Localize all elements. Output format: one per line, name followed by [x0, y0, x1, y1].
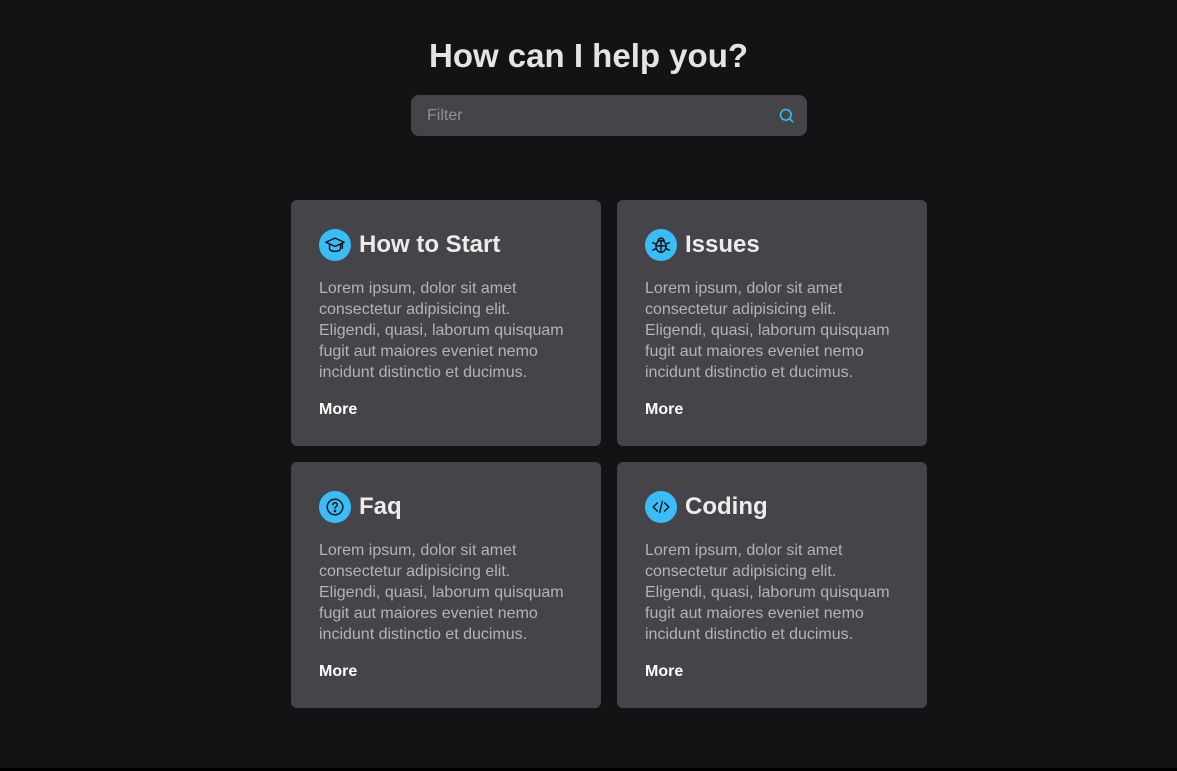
card-header: Coding — [645, 490, 899, 524]
page-title: How can I help you? — [428, 37, 749, 74]
card-description: Lorem ipsum, dolor sit amet consectetur … — [645, 280, 890, 381]
card-header: Faq — [319, 490, 573, 524]
card-coding: Coding Lorem ipsum, dolor sit amet conse… — [617, 462, 927, 708]
card-header: Issues — [645, 228, 899, 262]
more-link[interactable]: More — [645, 400, 683, 420]
card-description: Lorem ipsum, dolor sit amet consectetur … — [645, 542, 890, 643]
bug-icon — [645, 229, 677, 261]
card-description: Lorem ipsum, dolor sit amet consectetur … — [319, 280, 564, 381]
code-icon — [645, 491, 677, 523]
card-issues: Issues Lorem ipsum, dolor sit amet conse… — [617, 200, 927, 446]
card-title: Issues — [685, 231, 760, 258]
card-faq: Faq Lorem ipsum, dolor sit amet consecte… — [291, 462, 601, 708]
more-link[interactable]: More — [319, 662, 357, 682]
more-link[interactable]: More — [645, 662, 683, 682]
graduation-cap-icon — [319, 229, 351, 261]
more-link[interactable]: More — [319, 400, 357, 420]
search-bar — [411, 95, 807, 136]
card-title: Faq — [359, 493, 402, 520]
card-title: Coding — [685, 493, 768, 520]
card-how-to-start: How to Start Lorem ipsum, dolor sit amet… — [291, 200, 601, 446]
search-input[interactable] — [411, 95, 761, 136]
card-description: Lorem ipsum, dolor sit amet consectetur … — [319, 542, 564, 643]
search-icon[interactable] — [778, 107, 795, 124]
question-icon — [319, 491, 351, 523]
card-header: How to Start — [319, 228, 573, 262]
card-title: How to Start — [359, 231, 501, 258]
